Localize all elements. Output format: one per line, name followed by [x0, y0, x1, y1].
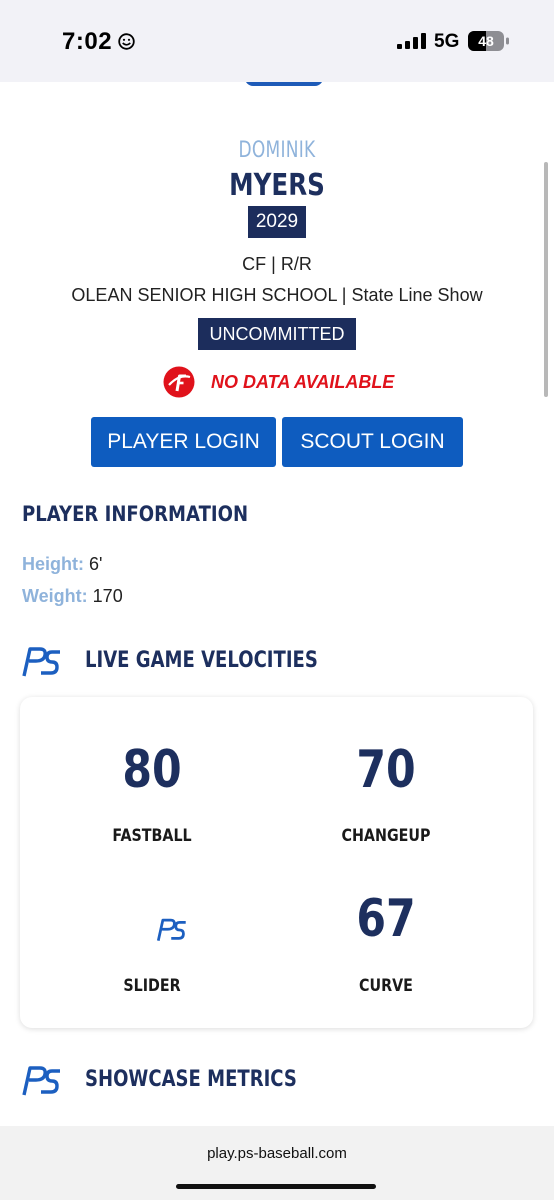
showcase-metrics-heading: SHOWCASE METRICS — [85, 1067, 297, 1092]
no-data-message: NO DATA AVAILABLE — [211, 372, 395, 392]
class-year-badge: 2029 — [248, 206, 306, 238]
network-type: 5G — [434, 31, 460, 52]
player-login-button[interactable]: PLAYER LOGIN — [91, 417, 276, 467]
curve-velocity: 67 — [356, 889, 416, 949]
commitment-badge: UNCOMMITTED — [198, 318, 356, 350]
changeup-velocity: 70 — [356, 740, 416, 800]
position-line: CF | R/R — [242, 254, 312, 274]
live-game-velocities-heading: LIVE GAME VELOCITIES — [85, 648, 318, 673]
player-profile-page: DOMINIK MYERS 2029 CF | R/R OLEAN SENIOR… — [0, 82, 554, 1126]
changeup-label: CHANGEUP — [341, 826, 431, 846]
header-tab — [245, 82, 323, 86]
ps-logo-icon — [156, 918, 186, 941]
slider-label: SLIDER — [123, 976, 181, 996]
address-text[interactable]: play.ps-baseball.com — [0, 1145, 554, 1162]
curve-label: CURVE — [359, 976, 413, 996]
ps-logo-icon — [22, 1066, 60, 1096]
scrollbar[interactable] — [544, 162, 548, 397]
ps-logo-icon — [22, 647, 60, 677]
velocities-card: 80 FASTBALL 70 CHANGEUP SLIDER 67 CURVE — [20, 697, 533, 1028]
signal-icon — [397, 33, 426, 49]
player-first-name: DOMINIK — [238, 138, 316, 163]
scout-login-button[interactable]: SCOUT LOGIN — [282, 417, 463, 467]
perfect-game-icon — [163, 366, 195, 398]
height-value: 6' — [89, 554, 103, 574]
fastball-label: FASTBALL — [112, 826, 192, 846]
school-line: OLEAN SENIOR HIGH SCHOOL | State Line Sh… — [71, 285, 483, 305]
player-information-heading: PLAYER INFORMATION — [22, 502, 249, 526]
status-bar: 7:02 5G 48 — [0, 0, 554, 82]
height-label: Height: — [22, 554, 84, 574]
height-row: Height: 6' — [22, 554, 102, 575]
battery-level: 48 — [478, 33, 494, 49]
fastball-velocity: 80 — [122, 740, 182, 800]
weight-value: 170 — [92, 586, 123, 606]
home-indicator[interactable] — [176, 1184, 376, 1189]
smiley-icon — [118, 33, 135, 50]
status-time: 7:02 — [62, 28, 113, 55]
weight-row: Weight: 170 — [22, 586, 123, 607]
player-last-name: MYERS — [229, 168, 325, 203]
weight-label: Weight: — [22, 586, 88, 606]
